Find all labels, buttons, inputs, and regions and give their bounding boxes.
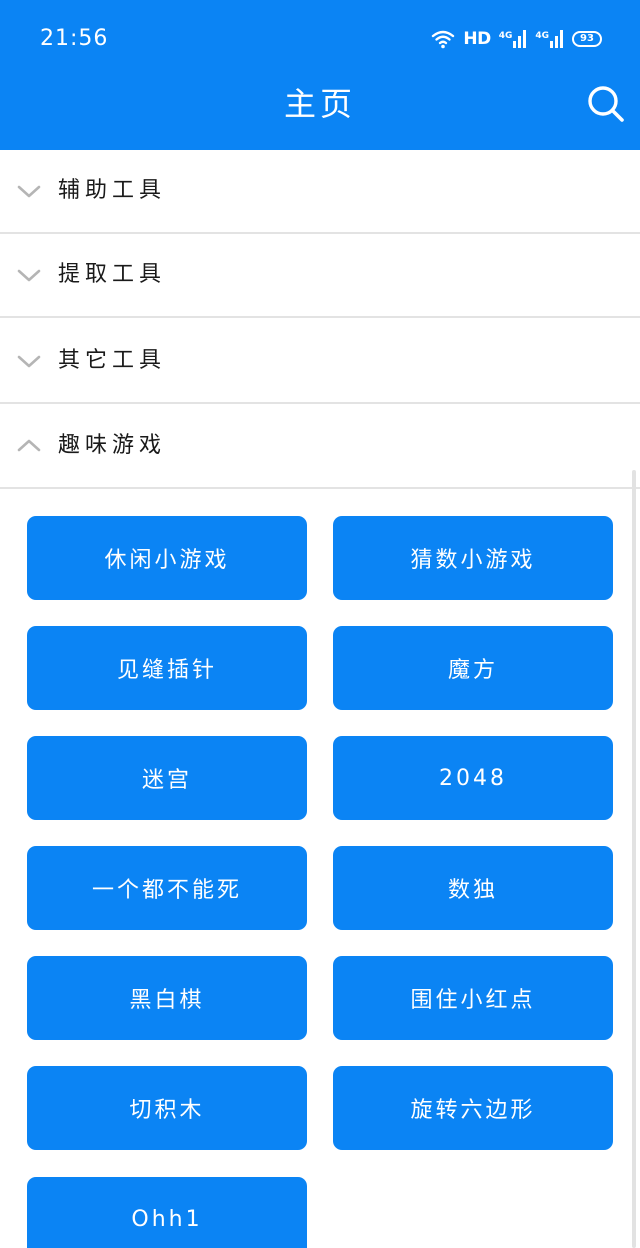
- app-header: 21:56 HD 4G 4G 93 主页: [0, 0, 640, 150]
- page-title: 主页: [283, 85, 356, 123]
- game-button-casual[interactable]: 休闲小游戏: [27, 516, 307, 600]
- game-button-rubiks-cube[interactable]: 魔方: [333, 626, 613, 710]
- search-button[interactable]: [586, 84, 626, 124]
- signal-icon: [513, 30, 527, 48]
- game-button-none-can-die[interactable]: 一个都不能死: [27, 846, 307, 930]
- game-button-guess-number[interactable]: 猜数小游戏: [333, 516, 613, 600]
- status-bar: 21:56 HD 4G 4G 93: [0, 0, 640, 78]
- status-time: 21:56: [40, 26, 109, 51]
- status-icons: HD 4G 4G 93: [431, 26, 602, 52]
- battery-icon: 93: [572, 31, 602, 47]
- chevron-up-icon: [17, 439, 41, 452]
- search-icon: [588, 86, 624, 122]
- hd-label: HD: [463, 29, 491, 49]
- game-button-cut-blocks[interactable]: 切积木: [27, 1066, 307, 1150]
- game-button-ohh1[interactable]: Ohh1: [27, 1177, 307, 1248]
- section-label: 提取工具: [58, 262, 167, 287]
- game-button-trap-red-dot[interactable]: 围住小红点: [333, 956, 613, 1040]
- game-button-2048[interactable]: 2048: [333, 736, 613, 820]
- section-label: 辅助工具: [58, 178, 167, 203]
- signal-group-1: 4G: [499, 30, 528, 48]
- chevron-down-icon: [17, 185, 41, 198]
- battery-level: 93: [580, 33, 594, 44]
- signal-group-2: 4G: [535, 30, 564, 48]
- section-label: 其它工具: [58, 348, 167, 373]
- chevron-down-icon: [17, 355, 41, 368]
- game-grid: 休闲小游戏 猜数小游戏 见缝插针 魔方 迷宫 2048 一个都不能死 数独 黑白…: [0, 488, 640, 1248]
- section-assist-tools[interactable]: 辅助工具: [0, 150, 640, 234]
- signal-icon: [550, 30, 563, 48]
- network-type-2: 4G: [535, 31, 549, 41]
- section-extract-tools[interactable]: 提取工具: [0, 234, 640, 318]
- chevron-down-icon: [17, 269, 41, 282]
- section-fun-games[interactable]: 趣味游戏: [0, 405, 640, 489]
- wifi-icon: [432, 30, 455, 49]
- network-type-1: 4G: [498, 31, 513, 41]
- game-button-maze[interactable]: 迷宫: [27, 736, 307, 820]
- game-button-rotate-hexagon[interactable]: 旋转六边形: [333, 1066, 613, 1150]
- game-button-reversi[interactable]: 黑白棋: [27, 956, 307, 1040]
- game-button-needle[interactable]: 见缝插针: [27, 626, 307, 710]
- section-other-tools[interactable]: 其它工具: [0, 320, 640, 404]
- section-label: 趣味游戏: [58, 433, 167, 458]
- game-button-sudoku[interactable]: 数独: [333, 846, 613, 930]
